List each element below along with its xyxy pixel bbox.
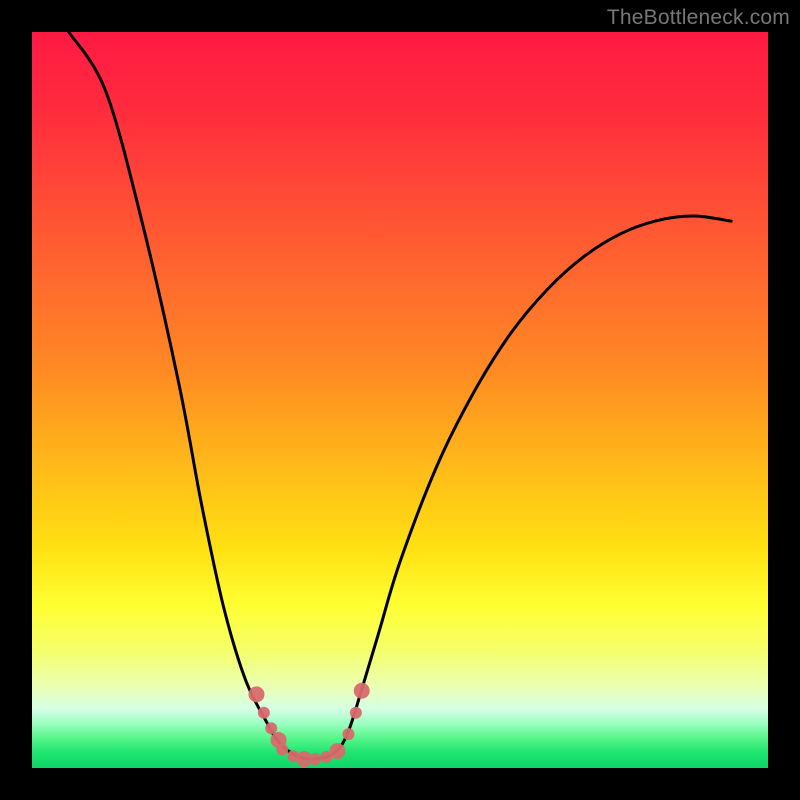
curve-marker [329, 743, 345, 759]
curve-marker [258, 707, 270, 719]
curve-marker [350, 707, 362, 719]
curve-marker [309, 753, 321, 765]
curve-left-arm [69, 32, 312, 759]
curve-marker [248, 686, 264, 702]
chart-curves-layer [32, 32, 768, 768]
chart-stage: TheBottleneck.com [0, 0, 800, 800]
curve-marker [354, 683, 370, 699]
chart-plot-area [32, 32, 768, 768]
curve-right-arm [312, 216, 732, 759]
curve-marker [342, 728, 354, 740]
watermark-text: TheBottleneck.com [607, 6, 790, 30]
curve-marker [265, 722, 277, 734]
curve-marker [276, 744, 288, 756]
